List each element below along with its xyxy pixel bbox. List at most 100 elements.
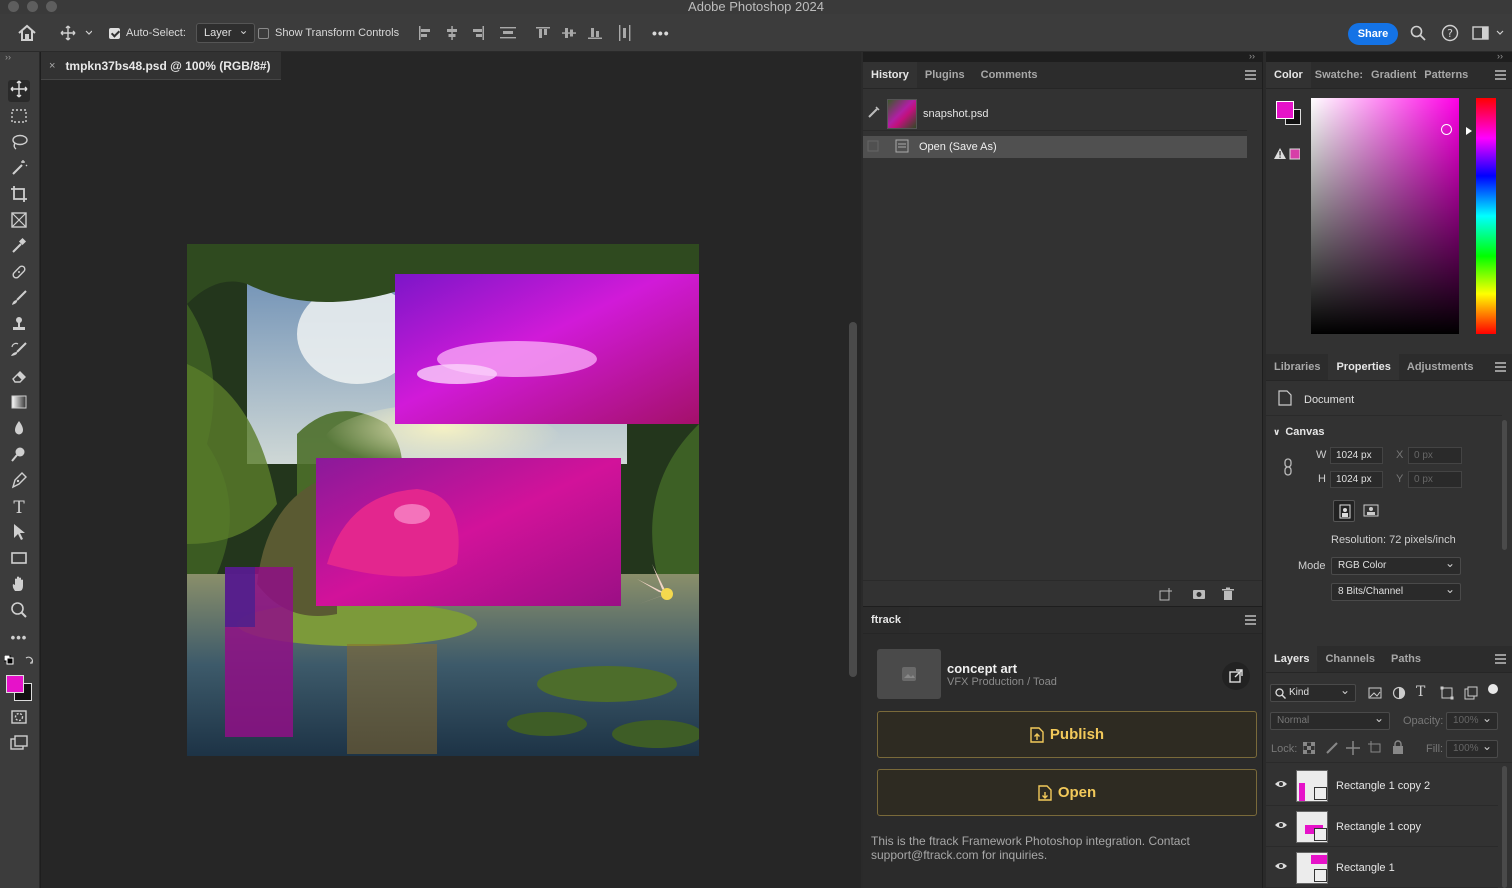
gradient-tool-icon[interactable] (8, 393, 30, 415)
filter-type-icon[interactable]: T (1416, 684, 1425, 700)
document-tab[interactable]: × tmpkn37bs48.psd @ 100% (RGB/8#) (41, 52, 281, 80)
crop-tool-icon[interactable] (8, 185, 30, 207)
zoom-tool-icon[interactable] (8, 601, 30, 623)
collapse-panels-left-icon[interactable]: ›› (1249, 51, 1255, 61)
layer-row[interactable]: Rectangle 1 (1266, 848, 1498, 888)
layer-row[interactable]: Rectangle 1 copy (1266, 807, 1498, 847)
document-canvas[interactable] (187, 244, 699, 756)
color-picker-field[interactable] (1311, 98, 1459, 334)
collapse-panels-right-icon[interactable]: ›› (1497, 51, 1503, 61)
visibility-eye-icon[interactable] (1274, 779, 1288, 792)
lock-position-icon[interactable] (1346, 741, 1360, 758)
search-icon[interactable] (1410, 14, 1426, 52)
move-tool-preset-icon[interactable] (60, 14, 92, 52)
delete-state-icon[interactable] (1221, 587, 1235, 604)
opacity-input[interactable]: 100% (1446, 710, 1498, 730)
hand-tool-icon[interactable] (8, 575, 30, 597)
panel-divider[interactable] (861, 52, 863, 888)
auto-select-checkbox[interactable] (109, 27, 120, 39)
align-left-icon[interactable] (418, 14, 432, 52)
new-document-from-state-icon[interactable] (1159, 587, 1173, 604)
edit-toolbar-icon[interactable]: ••• (8, 627, 30, 649)
lasso-tool-icon[interactable] (8, 133, 30, 155)
open-external-icon[interactable] (1222, 662, 1250, 690)
portrait-orientation-icon[interactable] (1333, 500, 1355, 522)
align-top-icon[interactable] (536, 14, 550, 52)
brush-tool-icon[interactable] (8, 289, 30, 311)
tab-color[interactable]: Color (1266, 62, 1311, 88)
type-tool-icon[interactable]: T (8, 497, 30, 519)
tab-patterns[interactable]: Patterns (1420, 62, 1472, 88)
collapse-toolbar-icon[interactable]: ›› (5, 52, 11, 62)
color-picker-cursor[interactable] (1441, 124, 1452, 135)
align-horizontal-center-icon[interactable] (445, 14, 459, 52)
filter-pixel-icon[interactable] (1368, 686, 1382, 703)
blend-mode-select[interactable]: Normal (1270, 710, 1390, 730)
workspace-switcher-icon[interactable] (1472, 14, 1504, 52)
foreground-color-swatch[interactable] (6, 675, 24, 693)
tab-channels[interactable]: Channels (1317, 646, 1383, 672)
blur-tool-icon[interactable] (8, 419, 30, 441)
home-icon[interactable] (17, 14, 37, 52)
history-brush-source-icon[interactable] (867, 105, 887, 122)
tab-ftrack[interactable]: ftrack (863, 607, 909, 633)
close-document-button[interactable]: × (49, 60, 55, 72)
show-transform-checkbox[interactable] (258, 27, 269, 39)
move-tool-icon[interactable] (8, 80, 30, 102)
dodge-tool-icon[interactable] (8, 445, 30, 467)
fill-input[interactable]: 100% (1446, 738, 1498, 758)
panel-menu-icon[interactable] (1245, 70, 1256, 80)
tab-swatches[interactable]: Swatche: (1311, 62, 1367, 88)
tab-paths[interactable]: Paths (1383, 646, 1429, 672)
share-button[interactable]: Share (1348, 23, 1398, 45)
visibility-eye-icon[interactable] (1274, 820, 1288, 833)
filter-toggle-icon[interactable] (1488, 684, 1498, 694)
panel-foreground-swatch[interactable] (1276, 101, 1294, 119)
tab-libraries[interactable]: Libraries (1266, 354, 1328, 380)
properties-scrollbar[interactable] (1502, 420, 1507, 550)
y-input[interactable]: 0 px (1408, 471, 1462, 488)
hue-slider[interactable] (1476, 98, 1496, 334)
eyedropper-tool-icon[interactable] (8, 237, 30, 259)
rectangle-tool-icon[interactable] (8, 549, 30, 571)
canvas-section-header[interactable]: ∨ Canvas (1273, 426, 1324, 438)
tab-layers[interactable]: Layers (1266, 646, 1318, 672)
history-brush-tool-icon[interactable] (8, 341, 30, 363)
tab-gradient[interactable]: Gradient (1367, 62, 1420, 88)
width-input[interactable]: 1024 px (1330, 447, 1383, 464)
frame-tool-icon[interactable] (8, 211, 30, 233)
marquee-tool-icon[interactable] (8, 107, 30, 129)
lock-transparent-icon[interactable] (1302, 741, 1316, 757)
height-input[interactable]: 1024 px (1330, 471, 1383, 488)
properties-menu-icon[interactable] (1495, 362, 1506, 372)
ftrack-panel-menu-icon[interactable] (1245, 615, 1256, 625)
layers-menu-icon[interactable] (1495, 654, 1506, 664)
help-icon[interactable]: ? (1441, 14, 1459, 52)
publish-button[interactable]: Publish (877, 711, 1257, 758)
history-snapshot-row[interactable]: snapshot.psd (863, 97, 1247, 131)
tab-properties[interactable]: Properties (1328, 354, 1399, 380)
path-selection-tool-icon[interactable] (8, 523, 30, 545)
default-colors-icon[interactable] (3, 654, 36, 667)
distribute-icon[interactable] (500, 14, 516, 52)
screen-mode-icon[interactable] (8, 734, 30, 756)
healing-brush-tool-icon[interactable] (8, 263, 30, 285)
tab-adjustments[interactable]: Adjustments (1399, 354, 1482, 380)
out-of-gamut-warning-icon[interactable] (1274, 147, 1301, 161)
vertical-scrollbar[interactable] (849, 322, 857, 677)
open-button[interactable]: Open (877, 769, 1257, 816)
lock-all-icon[interactable] (1392, 740, 1404, 757)
lock-artboard-icon[interactable] (1368, 741, 1382, 758)
tab-comments[interactable]: Comments (973, 62, 1046, 88)
align-right-icon[interactable] (471, 14, 485, 52)
auto-select-target-select[interactable]: Layer (196, 21, 255, 43)
tab-history[interactable]: History (863, 62, 917, 88)
create-snapshot-icon[interactable] (1192, 587, 1206, 604)
more-options-button[interactable]: ••• (652, 14, 670, 52)
filter-smart-object-icon[interactable] (1464, 686, 1478, 703)
color-panel-menu-icon[interactable] (1495, 70, 1506, 80)
quick-mask-icon[interactable] (8, 708, 30, 730)
clone-stamp-tool-icon[interactable] (8, 315, 30, 337)
distribute-vertical-icon[interactable] (618, 14, 632, 52)
magic-wand-tool-icon[interactable] (8, 159, 30, 181)
